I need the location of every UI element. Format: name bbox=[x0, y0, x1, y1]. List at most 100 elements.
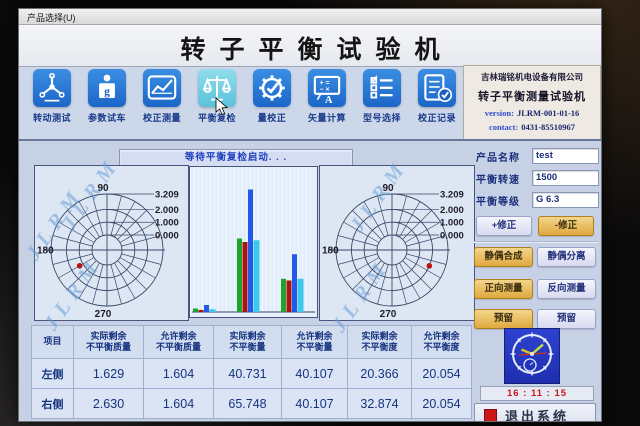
table-cell: 40.731 bbox=[214, 359, 282, 389]
table-cell: 20.054 bbox=[412, 389, 472, 419]
svg-text:3.209: 3.209 bbox=[440, 190, 464, 201]
clock-face-icon bbox=[505, 329, 559, 383]
field-product-name: 产品名称 test bbox=[474, 148, 600, 164]
toolbar-item-label: 量校正 bbox=[247, 111, 297, 124]
exit-system-label: 退出系统 bbox=[505, 406, 569, 422]
version-line: version:JLRM-001-01-16 bbox=[464, 108, 600, 118]
svg-text:180: 180 bbox=[322, 246, 339, 257]
bar-chart bbox=[189, 166, 318, 318]
svg-text:90: 90 bbox=[97, 183, 109, 194]
table-cell: 20.054 bbox=[412, 359, 472, 389]
column-header: 允许剩余 不平衡质量 bbox=[144, 326, 214, 359]
machine-name: 转子平衡测量试验机 bbox=[464, 88, 600, 104]
field-label: 平衡转速 bbox=[476, 171, 520, 186]
toolbar-item-label: 型号选择 bbox=[357, 111, 407, 124]
exit-system-button[interactable]: 退出系统 bbox=[474, 403, 596, 422]
forward-measure-button[interactable]: 正向测量 bbox=[474, 279, 533, 299]
toolbar: 转动测试 g 参数试车 校正测量 bbox=[19, 67, 479, 139]
balance-speed-input[interactable]: 1500 bbox=[532, 170, 599, 186]
product-name-input[interactable]: test bbox=[532, 148, 599, 164]
right-polar-chart: 3.209 2.000 1.000 0.000 90 180 270 bbox=[319, 165, 475, 321]
minus-correction-button[interactable]: -修正 bbox=[538, 216, 594, 236]
checklist-icon bbox=[363, 69, 401, 107]
field-label: 产品名称 bbox=[476, 149, 520, 164]
column-header: 允许剩余 不平衡度 bbox=[412, 326, 472, 359]
table-header-row: 项目 实际剩余 不平衡质量 允许剩余 不平衡质量 实际剩余 不平衡量 允许剩余 … bbox=[32, 326, 472, 359]
status-message: 等待平衡复检启动. . . bbox=[185, 152, 287, 163]
balance-grade-input[interactable]: G 6.3 bbox=[532, 192, 599, 208]
results-table: 项目 实际剩余 不平衡质量 允许剩余 不平衡质量 实际剩余 不平衡量 允许剩余 … bbox=[31, 325, 472, 419]
menu-product-select[interactable]: 产品选择(U) bbox=[23, 10, 80, 25]
table-row-right-side: 右侧 2.630 1.604 65.748 40.107 32.874 20.0… bbox=[32, 389, 472, 419]
toolbar-item-label: 矢量计算 bbox=[302, 111, 352, 124]
table-row-left-side: 左侧 1.629 1.604 40.731 40.107 20.366 20.0… bbox=[32, 359, 472, 389]
toolbar-item-quantity-calibration[interactable]: 量校正 bbox=[247, 69, 297, 124]
column-header: 实际剩余 不平衡度 bbox=[348, 326, 412, 359]
toolbar-item-label: 平衡复检 bbox=[192, 111, 242, 124]
table-cell: 32.874 bbox=[348, 389, 412, 419]
version-label: version: bbox=[485, 108, 514, 118]
row-label: 右侧 bbox=[32, 389, 74, 419]
svg-text:g: g bbox=[104, 85, 110, 98]
toolbar-item-calibration-measure[interactable]: 校正测量 bbox=[137, 69, 187, 124]
column-header: 项目 bbox=[32, 326, 74, 359]
toolbar-item-balance-recheck[interactable]: 平衡复检 bbox=[192, 69, 242, 124]
svg-text:90: 90 bbox=[382, 183, 394, 194]
company-name: 吉林瑞铭机电设备有限公司 bbox=[464, 71, 600, 83]
svg-text:0.000: 0.000 bbox=[155, 231, 179, 242]
analog-clock bbox=[504, 328, 560, 384]
svg-text:1.000: 1.000 bbox=[155, 218, 179, 229]
title-bar: 转子平衡试验机 bbox=[19, 25, 601, 67]
column-header: 实际剩余 不平衡量 bbox=[214, 326, 282, 359]
reserved-button-1[interactable]: 预留 bbox=[474, 309, 533, 329]
document-check-icon bbox=[418, 69, 456, 107]
table-cell: 65.748 bbox=[214, 389, 282, 419]
reserved-button-2[interactable]: 预留 bbox=[537, 309, 596, 329]
table-cell: 40.107 bbox=[282, 389, 348, 419]
svg-text:3.209: 3.209 bbox=[155, 190, 179, 201]
app-title: 转子平衡试验机 bbox=[19, 30, 601, 66]
toolbar-item-label: 校正记录 bbox=[412, 111, 462, 124]
toolbar-item-vector-calculation[interactable]: + = − × A 矢量计算 bbox=[302, 69, 352, 124]
math-board-icon: + = − × A bbox=[308, 69, 346, 107]
main-panel: JLRM JLRM JLRM JLRM JLRM 等待平衡复检启动. . . 3… bbox=[19, 139, 601, 422]
g-parameter-icon: g bbox=[88, 69, 126, 107]
toolbar-item-parameter-trial[interactable]: g 参数试车 bbox=[82, 69, 132, 124]
svg-text:2.000: 2.000 bbox=[155, 205, 179, 216]
svg-text:270: 270 bbox=[380, 309, 397, 320]
gear-check-icon bbox=[253, 69, 291, 107]
svg-text:A: A bbox=[325, 95, 333, 106]
static-couple-separate-button[interactable]: 静偶分离 bbox=[537, 247, 596, 267]
toolbar-item-rotation-test[interactable]: 转动测试 bbox=[27, 69, 77, 124]
column-header: 实际剩余 不平衡质量 bbox=[74, 326, 144, 359]
toolbar-item-calibration-record[interactable]: 校正记录 bbox=[412, 69, 462, 124]
table-cell: 40.107 bbox=[282, 359, 348, 389]
column-header: 允许剩余 不平衡量 bbox=[282, 326, 348, 359]
svg-text:0.000: 0.000 bbox=[440, 231, 464, 242]
chart-line-icon bbox=[143, 69, 181, 107]
toolbar-item-model-selection[interactable]: 型号选择 bbox=[357, 69, 407, 124]
contact-value: 0431-85510967 bbox=[521, 122, 575, 132]
table-cell: 1.604 bbox=[144, 359, 214, 389]
static-couple-combine-button[interactable]: 静偶合成 bbox=[474, 247, 533, 267]
digital-clock: 16 : 11 : 15 bbox=[480, 386, 594, 401]
svg-text:1.000: 1.000 bbox=[440, 218, 464, 229]
table-cell: 1.604 bbox=[144, 389, 214, 419]
table-cell: 20.366 bbox=[348, 359, 412, 389]
field-balance-grade: 平衡等级 G 6.3 bbox=[474, 192, 600, 208]
divider bbox=[474, 241, 598, 242]
stop-square-icon bbox=[484, 409, 497, 422]
version-value: JLRM-001-01-16 bbox=[517, 108, 579, 118]
scales-icon bbox=[198, 69, 236, 107]
menu-bar: 产品选择(U) bbox=[19, 9, 601, 25]
toolbar-item-label: 校正测量 bbox=[137, 111, 187, 124]
reverse-measure-button[interactable]: 反向测量 bbox=[537, 279, 596, 299]
plus-correction-button[interactable]: +修正 bbox=[476, 216, 532, 236]
svg-text:2.000: 2.000 bbox=[440, 205, 464, 216]
table-cell: 2.630 bbox=[74, 389, 144, 419]
toolbar-item-label: 参数试车 bbox=[82, 111, 132, 124]
row-label: 左侧 bbox=[32, 359, 74, 389]
toolbar-item-label: 转动测试 bbox=[27, 111, 77, 124]
svg-text:− ×: − × bbox=[320, 87, 330, 94]
svg-text:180: 180 bbox=[37, 246, 54, 257]
